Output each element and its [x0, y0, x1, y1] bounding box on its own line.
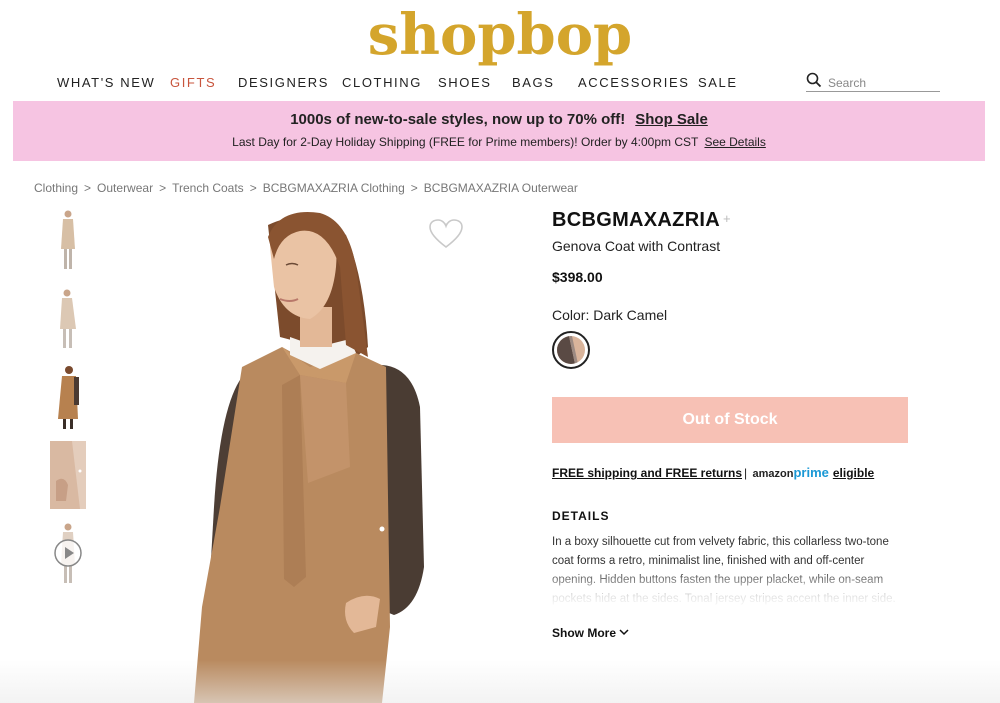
follow-brand-icon[interactable]: +: [723, 211, 731, 226]
breadcrumb-separator: >: [249, 181, 257, 195]
breadcrumb-separator: >: [159, 181, 167, 195]
swatch-texture: [557, 336, 585, 364]
shipping-separator: |: [744, 466, 748, 480]
thumbnail-detail-closeup[interactable]: [50, 441, 86, 509]
free-shipping-link[interactable]: FREE shipping and FREE returns: [552, 466, 742, 480]
breadcrumb-item[interactable]: Clothing: [34, 181, 78, 195]
description-fade-overlay: [552, 568, 908, 608]
nav-accessories[interactable]: ACCESSORIES: [578, 75, 690, 90]
nav-clothing[interactable]: CLOTHING: [342, 75, 422, 90]
color-swatch-dark-camel[interactable]: [552, 331, 590, 369]
prime-eligible-link[interactable]: eligible: [833, 466, 874, 480]
product-price: $398.00: [552, 269, 603, 285]
breadcrumb-item[interactable]: Outerwear: [97, 181, 153, 195]
search-box[interactable]: [806, 72, 940, 92]
product-brand[interactable]: BCBGMAXAZRIA: [552, 209, 720, 231]
out-of-stock-button[interactable]: Out of Stock: [552, 397, 908, 443]
see-details-link[interactable]: See Details: [704, 135, 765, 149]
color-label: Color: Dark Camel: [552, 307, 668, 323]
product-brand-row: BCBGMAXAZRIA +: [552, 209, 731, 232]
bottom-edge-fade: [0, 660, 1000, 703]
thumbnail-front-view[interactable]: [50, 207, 86, 275]
breadcrumb-separator: >: [410, 181, 418, 195]
product-main-photo[interactable]: [150, 207, 480, 703]
product-name: Genova Coat with Contrast: [552, 238, 721, 254]
nav-sale[interactable]: SALE: [698, 75, 738, 90]
thumbnail-video[interactable]: [50, 519, 86, 587]
nav-bags[interactable]: BAGS: [512, 75, 555, 90]
nav-shoes[interactable]: SHOES: [438, 75, 492, 90]
show-more-label: Show More: [552, 626, 617, 640]
shipping-info: FREE shipping and FREE returns | amazonpr…: [552, 465, 874, 480]
heart-icon[interactable]: [428, 218, 464, 250]
thumbnail-full-look[interactable]: [50, 363, 86, 431]
breadcrumb: Clothing > Outerwear > Trench Coats > BCBGMAXA…: [34, 181, 578, 195]
logo-text: shopbop: [367, 2, 633, 68]
shopbop-logo[interactable]: shopbop: [0, 2, 1000, 68]
play-icon[interactable]: [54, 539, 82, 567]
search-input[interactable]: [828, 75, 936, 90]
breadcrumb-separator: >: [84, 181, 92, 195]
nav-gifts[interactable]: GIFTS: [170, 75, 216, 90]
nav-designers[interactable]: DESIGNERS: [238, 75, 329, 90]
show-more-button[interactable]: Show More: [552, 626, 629, 640]
shop-sale-link[interactable]: Shop Sale: [635, 111, 708, 128]
search-icon[interactable]: [806, 72, 822, 88]
chevron-down-icon: [619, 629, 629, 636]
details-heading: DETAILS: [552, 509, 610, 523]
promo-headline-row: 1000s of new-to-sale styles, now up to 7…: [13, 111, 985, 128]
promo-headline: 1000s of new-to-sale styles, now up to 7…: [290, 111, 626, 128]
breadcrumb-item[interactable]: Trench Coats: [172, 181, 244, 195]
nav-whats-new[interactable]: WHAT'S NEW: [57, 75, 155, 90]
breadcrumb-item[interactable]: BCBGMAXAZRIA Clothing: [263, 181, 405, 195]
prime-logo: prime: [793, 465, 829, 480]
promo-banner: 1000s of new-to-sale styles, now up to 7…: [13, 101, 985, 161]
breadcrumb-item[interactable]: BCBGMAXAZRIA Outerwear: [424, 181, 578, 195]
promo-subline: Last Day for 2-Day Holiday Shipping (FRE…: [232, 135, 699, 149]
thumbnail-side-view[interactable]: [50, 285, 86, 353]
amazon-logo: amazon: [752, 468, 794, 480]
promo-subline-row: Last Day for 2-Day Holiday Shipping (FRE…: [13, 135, 985, 149]
